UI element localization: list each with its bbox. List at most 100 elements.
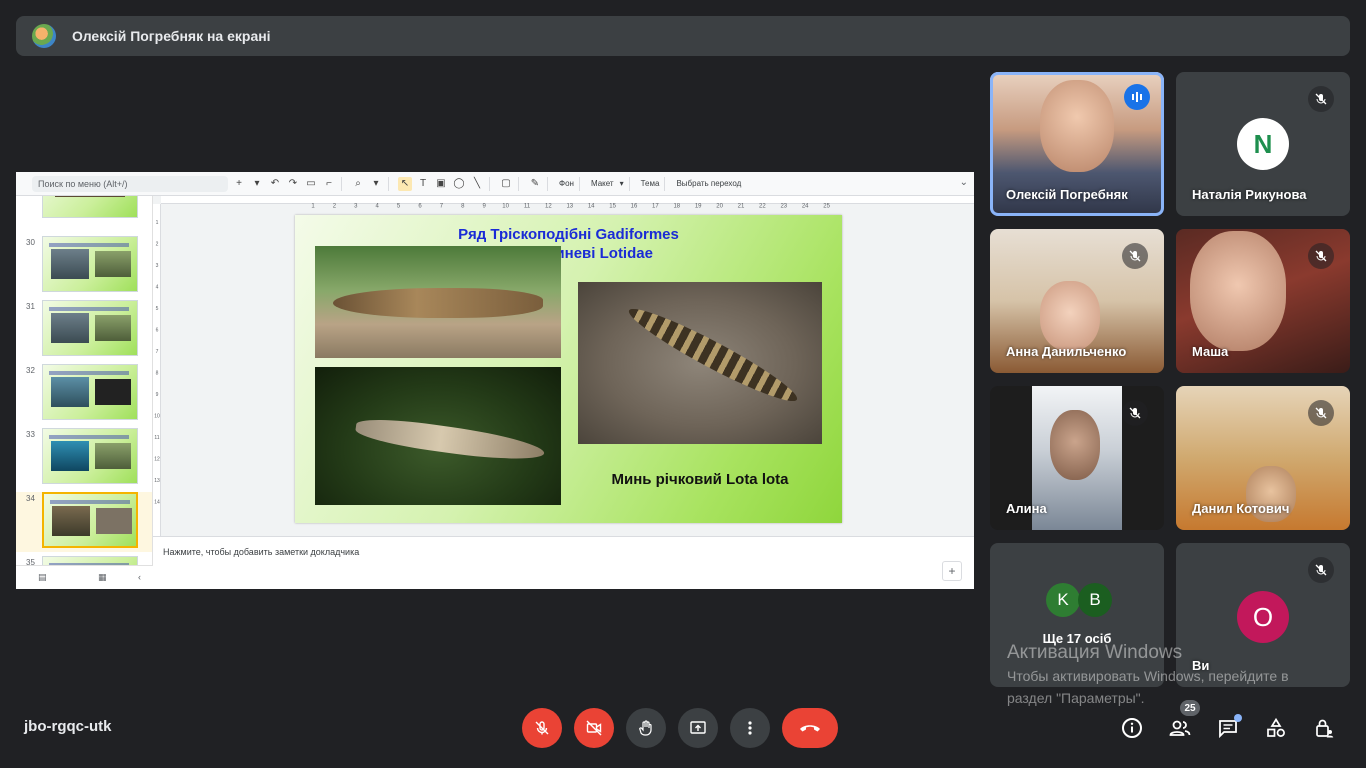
menu-search-input[interactable]: Поиск по меню (Alt+/) bbox=[32, 175, 228, 192]
vertical-ruler-ticks: 1234567891011121314 bbox=[154, 220, 160, 506]
present-screen-button[interactable] bbox=[678, 708, 718, 748]
ruler-tick-label: 3 bbox=[156, 263, 159, 269]
participant-tile-alina[interactable]: Алина bbox=[990, 386, 1164, 530]
select-cursor-icon[interactable]: ↖ bbox=[398, 176, 412, 191]
slide-thumbnail[interactable] bbox=[16, 196, 152, 222]
participant-tile-anna[interactable]: Анна Данильченко bbox=[990, 229, 1164, 373]
ruler-tick-label: 10 bbox=[502, 204, 509, 210]
paint-format-icon[interactable]: ⌐ bbox=[322, 177, 336, 191]
ruler-tick-label: 8 bbox=[461, 204, 465, 210]
participant-tile-danil[interactable]: Данил Котович bbox=[1176, 386, 1350, 530]
print-icon[interactable]: ▭ bbox=[304, 177, 318, 191]
dropdown-icon[interactable]: ▾ bbox=[250, 177, 264, 191]
host-controls-button[interactable] bbox=[1310, 714, 1338, 742]
comment-icon[interactable]: ▢ bbox=[499, 177, 513, 191]
horizontal-ruler-ticks: 1 2 3 4 5 6 7 8 9 10 11 12 13 14 15 16 17 18 19 20 21 22 23 24 2… bbox=[311, 204, 830, 210]
camera-toggle-button[interactable] bbox=[574, 708, 614, 748]
ruler-tick-label: 12 bbox=[545, 204, 552, 210]
ruler-tick-label: 2 bbox=[156, 242, 159, 248]
ruler-tick-label: 3 bbox=[354, 204, 358, 210]
slide-caption: Минь річковий Lota lota bbox=[611, 471, 789, 488]
new-slide-icon[interactable]: + bbox=[232, 177, 246, 191]
participant-tile-nataliia[interactable]: N Наталія Рикунова bbox=[1176, 72, 1350, 216]
ruler-tick-label: 23 bbox=[780, 204, 787, 210]
participant-avatar: O bbox=[1237, 591, 1289, 643]
ruler-tick-label: 13 bbox=[154, 478, 160, 484]
ruler-tick-label: 4 bbox=[376, 204, 380, 210]
ruler-tick-label: 14 bbox=[588, 204, 595, 210]
mic-off-icon bbox=[1122, 400, 1148, 426]
theme-button[interactable]: Тема bbox=[641, 179, 660, 188]
activities-button[interactable] bbox=[1262, 714, 1290, 742]
grid-view-icon[interactable]: ▦ bbox=[98, 572, 107, 583]
ruler-tick-label: 1 bbox=[311, 204, 315, 210]
slide-thumbnail[interactable]: 30 bbox=[16, 236, 152, 296]
transition-button[interactable]: Выбрать переход bbox=[676, 179, 741, 188]
collapse-panel-icon[interactable]: ‹ bbox=[138, 572, 141, 582]
zoom-dropdown-icon[interactable]: ▾ bbox=[369, 177, 383, 191]
participant-tile-olexiy[interactable]: Олексій Погребняк bbox=[990, 72, 1164, 216]
ruler-tick-label: 14 bbox=[154, 500, 160, 506]
ruler-tick-label: 25 bbox=[823, 204, 830, 210]
undo-icon[interactable]: ↶ bbox=[268, 177, 282, 191]
participant-tile-masha[interactable]: Маша bbox=[1176, 229, 1350, 373]
participant-avatar: N bbox=[1237, 118, 1289, 170]
ruler-tick-label: 15 bbox=[609, 204, 616, 210]
mic-off-icon bbox=[535, 721, 549, 735]
ruler-tick-label: 2 bbox=[333, 204, 337, 210]
presenting-title: Олексій Погребняк на екрані bbox=[72, 28, 271, 44]
participant-avatar: B bbox=[1078, 583, 1112, 617]
layout-button[interactable]: Макет bbox=[591, 179, 614, 188]
present-icon bbox=[690, 721, 706, 734]
people-button[interactable] bbox=[1166, 714, 1194, 742]
text-box-icon[interactable]: T bbox=[416, 177, 430, 191]
slide-thumbnail[interactable]: 33 bbox=[16, 428, 152, 488]
ruler-tick-label: 6 bbox=[156, 328, 159, 334]
ruler-tick-label: 11 bbox=[154, 435, 159, 441]
pen-icon[interactable]: ✎ bbox=[528, 177, 542, 191]
speaker-notes[interactable]: Нажмите, чтобы добавить заметки докладчи… bbox=[153, 536, 974, 589]
shape-icon[interactable]: ◯ bbox=[452, 177, 466, 191]
mic-toggle-button[interactable] bbox=[522, 708, 562, 748]
layout-chevron-icon[interactable]: ▾ bbox=[620, 179, 624, 188]
zoom-icon[interactable]: ⌕ bbox=[351, 177, 365, 191]
meeting-details-button[interactable] bbox=[1118, 714, 1146, 742]
shared-screen[interactable]: Поиск по меню (Alt+/) + ▾ ↶ ↷ ▭ ⌐ ⌕ ▾ ↖ … bbox=[16, 172, 974, 589]
slide-thumbnail[interactable]: 32 bbox=[16, 364, 152, 424]
mic-off-icon bbox=[1122, 243, 1148, 269]
camera-off-icon bbox=[586, 720, 602, 736]
speaking-indicator-icon bbox=[1124, 84, 1150, 110]
ruler-tick-label: 7 bbox=[156, 349, 159, 355]
slide-thumbnail-active[interactable]: 34 bbox=[16, 492, 152, 552]
windows-activation-watermark: Активация Windows Чтобы активировать Win… bbox=[1007, 642, 1289, 706]
slide-thumbnail[interactable]: 35 bbox=[16, 556, 152, 565]
ruler-tick-label: 22 bbox=[759, 204, 766, 210]
ruler-tick-label: 5 bbox=[156, 306, 159, 312]
slide-editor-area[interactable]: 1 2 3 4 5 6 7 8 9 10 11 12 13 14 15 16 17 18 19 20 21 22 23 24 2… bbox=[153, 196, 974, 536]
slide-thumbnails[interactable]: 30 31 32 33 34 35 bbox=[16, 196, 153, 565]
ruler-tick-label: 8 bbox=[156, 371, 159, 377]
ruler-tick-label: 18 bbox=[673, 204, 680, 210]
background-button[interactable]: Фон bbox=[559, 179, 574, 188]
people-count-badge: 25 bbox=[1180, 700, 1200, 716]
collapse-toolbar-icon[interactable]: ⌄ bbox=[960, 177, 968, 188]
participant-avatar: K bbox=[1046, 583, 1080, 617]
filmstrip-view-icon[interactable]: ▤ bbox=[38, 572, 47, 583]
mic-off-icon bbox=[1308, 86, 1334, 112]
ruler-tick-label: 6 bbox=[418, 204, 422, 210]
raise-hand-button[interactable] bbox=[626, 708, 666, 748]
image-icon[interactable]: ▣ bbox=[434, 177, 448, 191]
redo-icon[interactable]: ↷ bbox=[286, 177, 300, 191]
more-vert-icon bbox=[748, 721, 752, 735]
chat-unread-dot bbox=[1234, 714, 1242, 722]
explore-icon[interactable]: + bbox=[942, 561, 962, 581]
slide-thumbnail[interactable]: 31 bbox=[16, 300, 152, 360]
leave-call-button[interactable] bbox=[782, 708, 838, 748]
more-options-button[interactable] bbox=[730, 708, 770, 748]
line-icon[interactable]: ╲ bbox=[470, 177, 484, 191]
ruler-tick-label: 5 bbox=[397, 204, 401, 210]
meeting-code: jbo-rgqc-utk bbox=[24, 718, 112, 735]
current-slide[interactable]: Ряд Тріскоподібні Gadiformes Родина Мине… bbox=[295, 215, 842, 523]
hang-up-icon bbox=[800, 725, 820, 732]
speaker-notes-placeholder: Нажмите, чтобы добавить заметки докладчи… bbox=[163, 547, 360, 557]
